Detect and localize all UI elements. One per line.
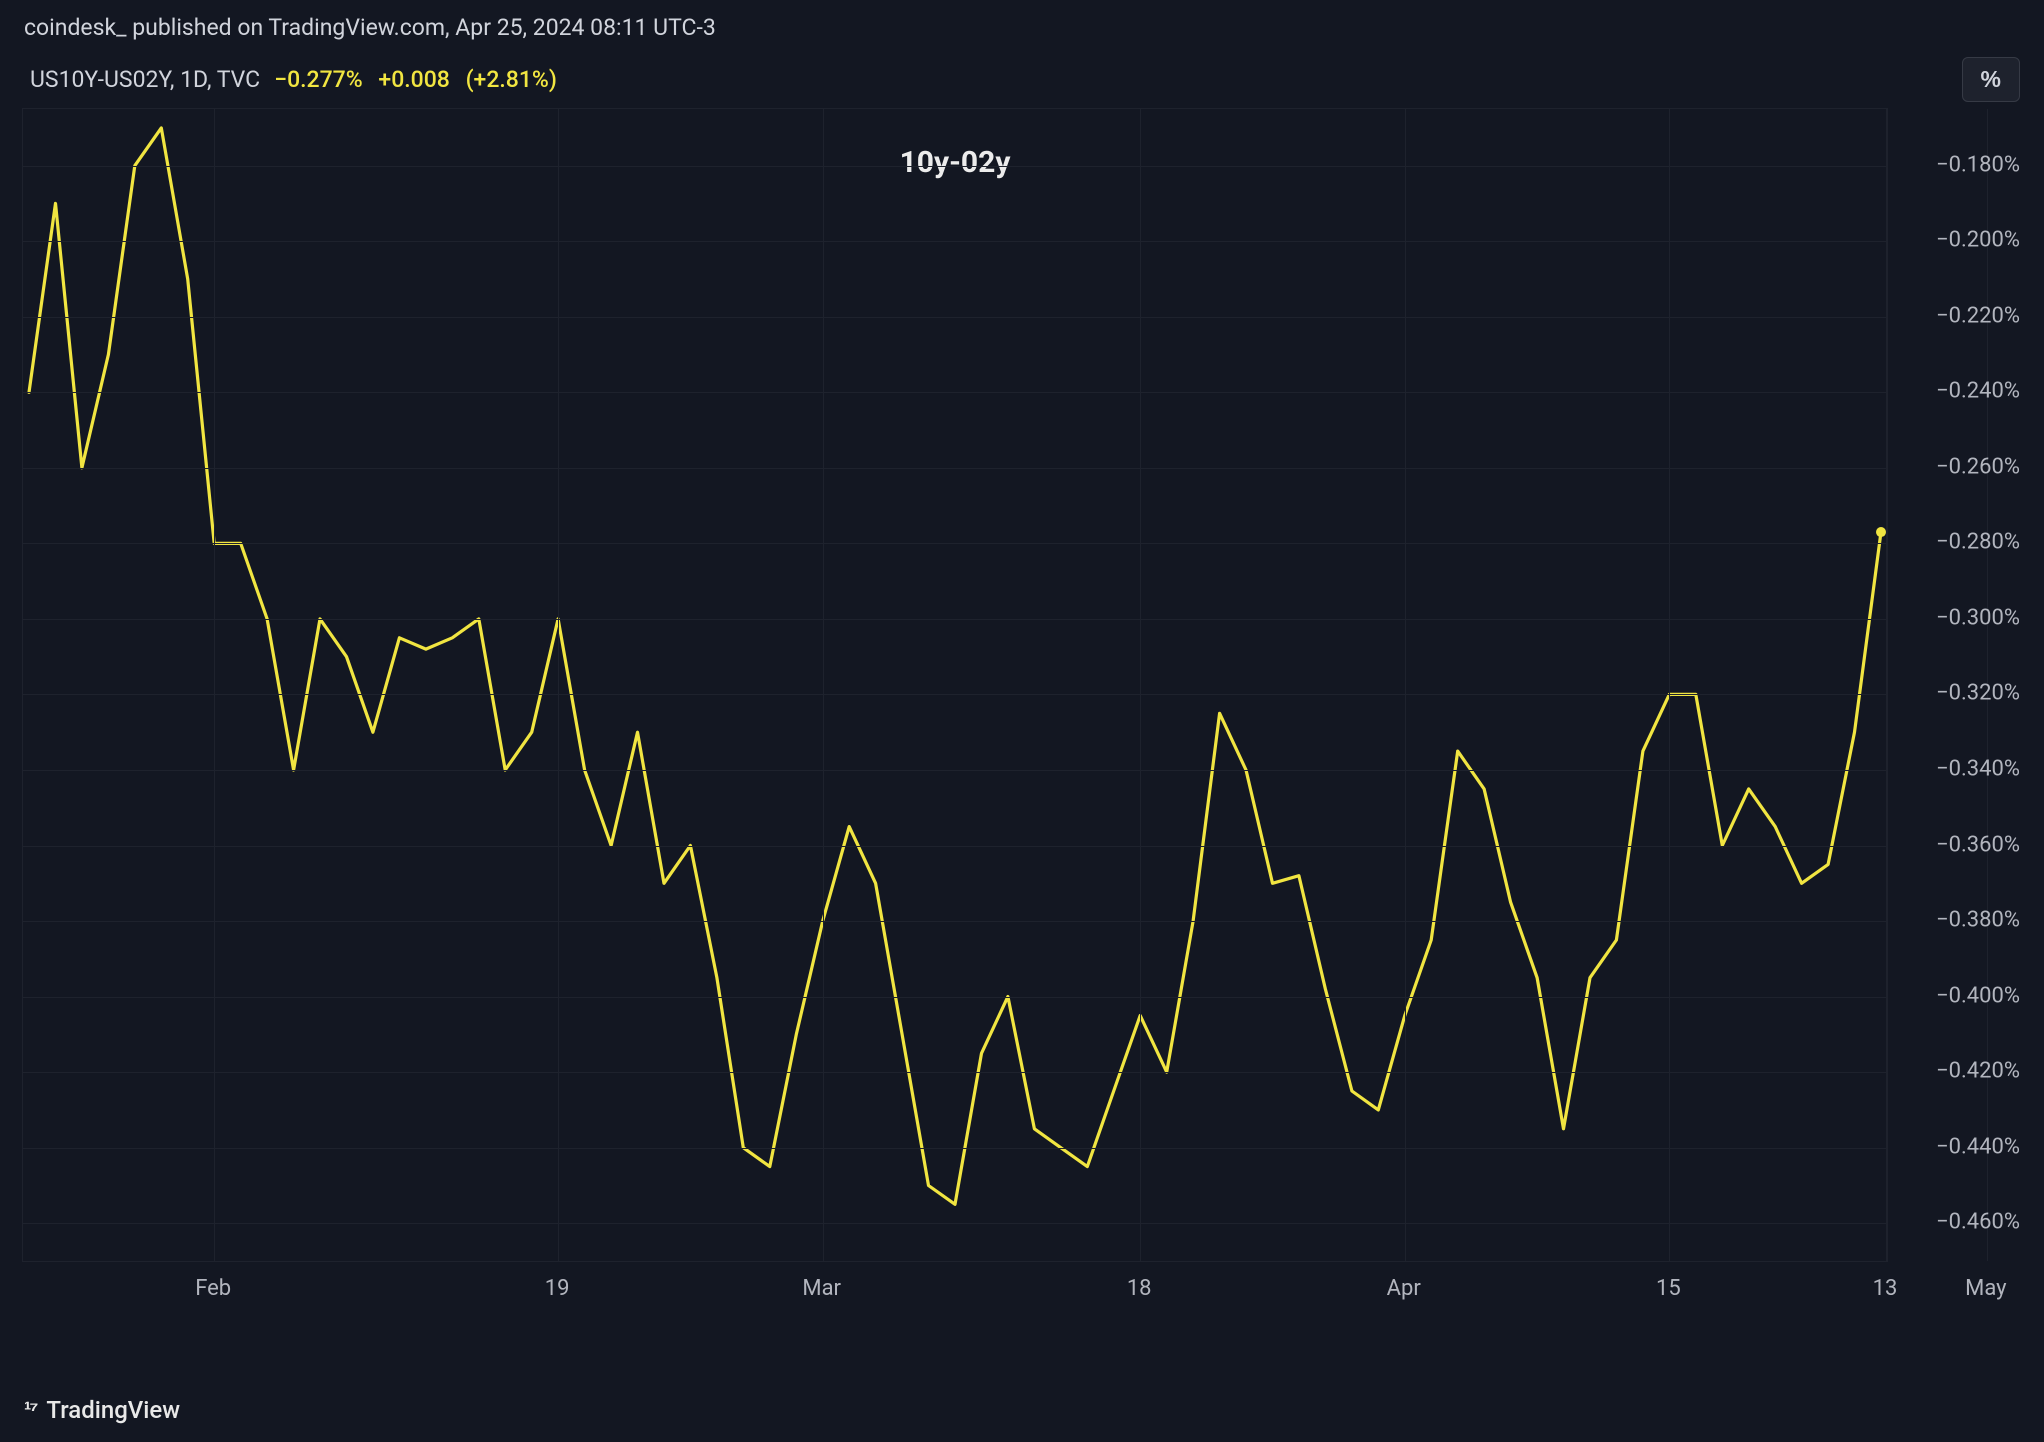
x-tick-label: 19 xyxy=(545,1276,570,1301)
chart-legend: US10Y-US02Y, 1D, TVC −0.277% +0.008 (+2.… xyxy=(0,51,2044,102)
legend-change-abs: +0.008 xyxy=(378,66,449,93)
y-tick-label: −0.400% xyxy=(1936,983,2020,1008)
legend-change-pct: (+2.81%) xyxy=(466,66,557,93)
x-tick-label: 13 xyxy=(1873,1276,1898,1301)
y-tick-label: −0.340% xyxy=(1936,756,2020,781)
y-tick-label: −0.300% xyxy=(1936,605,2020,630)
y-tick-label: −0.260% xyxy=(1936,454,2020,479)
last-point-icon xyxy=(1876,527,1886,537)
y-tick-label: −0.460% xyxy=(1936,1210,2020,1235)
y-tick-label: −0.240% xyxy=(1936,379,2020,404)
y-tick-label: −0.380% xyxy=(1936,908,2020,933)
y-tick-label: −0.360% xyxy=(1936,832,2020,857)
y-tick-label: −0.180% xyxy=(1936,152,2020,177)
y-tick-label: −0.320% xyxy=(1936,681,2020,706)
y-tick-label: −0.200% xyxy=(1936,228,2020,253)
x-tick-label: May xyxy=(1965,1276,2006,1301)
legend-values: −0.277% +0.008 (+2.81%) xyxy=(274,66,567,93)
chart-container: 10y-02y −0.180% −0.200% −0.220% −0.240% −0.2… xyxy=(22,108,2020,1312)
tradingview-logo-icon: ¹⁷ xyxy=(24,1397,36,1423)
legend-symbol: US10Y-US02Y, 1D, TVC xyxy=(30,66,260,93)
x-tick-label: 18 xyxy=(1127,1276,1152,1301)
y-axis-labels: −0.180% −0.200% −0.220% −0.240% −0.260% −0.28… xyxy=(1894,108,2020,1262)
x-tick-label: Mar xyxy=(802,1276,841,1301)
x-tick-label: Apr xyxy=(1387,1276,1421,1301)
tradingview-brand: TradingView xyxy=(46,1396,180,1424)
plot-area[interactable]: 10y-02y xyxy=(22,108,1888,1262)
legend-last: −0.277% xyxy=(274,66,363,93)
x-tick-label: 15 xyxy=(1656,1276,1681,1301)
y-tick-label: −0.220% xyxy=(1936,303,2020,328)
price-line xyxy=(29,128,1881,1204)
y-tick-label: −0.280% xyxy=(1936,530,2020,555)
tradingview-attribution: ¹⁷ TradingView xyxy=(24,1396,180,1424)
percent-toggle-button[interactable]: % xyxy=(1962,57,2020,102)
y-tick-label: −0.440% xyxy=(1936,1134,2020,1159)
y-tick-label: −0.420% xyxy=(1936,1059,2020,1084)
x-tick-label: Feb xyxy=(195,1276,231,1301)
x-axis-labels: Feb19Mar18Apr15May13 xyxy=(22,1268,1888,1312)
publish-line: coindesk_ published on TradingView.com, … xyxy=(0,0,2044,51)
